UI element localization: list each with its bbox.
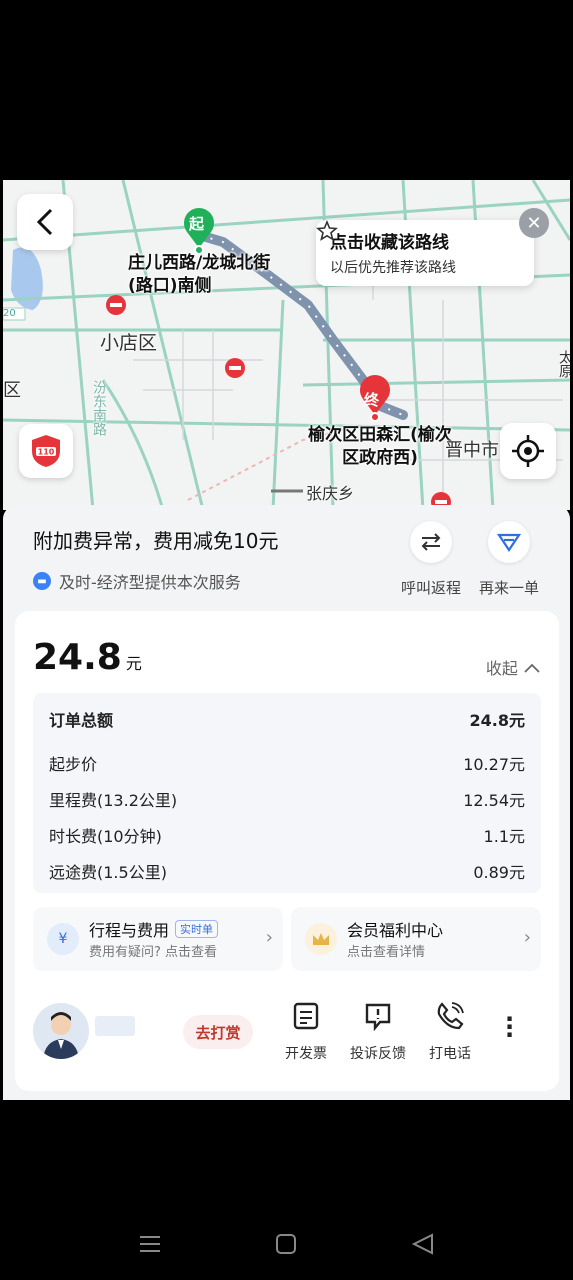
driver-portrait-icon	[43, 1012, 79, 1059]
collapse-label: 收起	[485, 659, 518, 678]
service-provider: ▬ 及时-经济型提供本次服务	[33, 569, 241, 593]
district-xiaodian: 小店区	[100, 332, 158, 354]
fee-name: 里程费(13.2公里)	[49, 791, 178, 810]
locate-button[interactable]	[500, 423, 556, 479]
locate-icon	[512, 435, 544, 467]
end-marker-text: 终	[364, 391, 380, 409]
member-subtitle: 点击查看详情	[347, 945, 426, 960]
end-location-label[interactable]: 榆次区田森汇(榆次区政府西)	[305, 424, 455, 470]
start-location-label[interactable]: 庄儿西路/龙城北街(路口)南侧	[128, 252, 278, 298]
total-price: 24.8 元	[33, 637, 142, 678]
trip-and-fees-entry[interactable]: ¥ 行程与费用 实时单 费用有疑问? 点击查看 ›	[33, 907, 283, 971]
fee-value: 0.89元	[473, 863, 525, 882]
yuan-icon: ¥	[47, 923, 79, 955]
crown-icon	[305, 923, 337, 955]
order-again-button[interactable]: 再来一单	[473, 521, 545, 598]
service-text: 及时-经济型提供本次服务	[59, 573, 241, 592]
poi-pin-1	[106, 295, 126, 315]
home-icon[interactable]	[276, 1234, 296, 1254]
member-center-entry[interactable]: 会员福利中心 点击查看详情 ›	[291, 907, 541, 971]
favorite-title: 点击收藏该路线	[330, 233, 449, 253]
invoice-button[interactable]: 开发票	[271, 1001, 341, 1063]
chevron-right-icon: ›	[265, 927, 273, 948]
more-options-icon[interactable]: · · ·	[505, 1007, 514, 1047]
navigation-arrow-icon	[488, 521, 530, 563]
fee-card: 24.8 元 收起 订单总额 24.8元 起步价 10.27元 里程费(13.2公…	[15, 611, 559, 1091]
fee-name: 订单总额	[49, 711, 114, 730]
trip-subtitle: 费用有疑问? 点击查看	[89, 945, 218, 960]
price-value: 24.8	[33, 637, 122, 678]
driver-avatar[interactable]	[33, 1003, 89, 1059]
complaint-label: 投诉反馈	[350, 1046, 406, 1062]
close-icon[interactable]: ✕	[519, 208, 549, 238]
chevron-up-icon	[524, 663, 540, 673]
car-icon: ▬	[33, 572, 51, 590]
complaint-icon	[365, 1003, 391, 1032]
fee-row: 时长费(10分钟) 1.1元	[49, 823, 525, 847]
fee-value: 24.8元	[469, 711, 525, 730]
price-unit: 元	[125, 654, 142, 673]
order-detail-sheet: 附加费异常，费用减免10元 ▬ 及时-经济型提供本次服务 呼叫返程 再来一单 2…	[3, 505, 570, 1100]
favorite-subtitle: 以后优先推荐该路线	[330, 260, 456, 276]
fee-row: 起步价 10.27元	[49, 751, 525, 775]
back-triangle-icon[interactable]	[411, 1233, 433, 1255]
fee-row-total: 订单总额 24.8元	[49, 707, 525, 731]
call-return-button[interactable]: 呼叫返程	[395, 521, 467, 598]
call-label: 打电话	[429, 1046, 471, 1062]
order-again-label: 再来一单	[478, 579, 539, 597]
star-icon[interactable]	[316, 220, 338, 242]
fee-name: 起步价	[49, 755, 98, 774]
invoice-label: 开发票	[285, 1046, 327, 1062]
phone-icon	[437, 1002, 464, 1030]
fee-value: 10.27元	[463, 755, 525, 774]
fee-row: 远途费(1.5公里) 0.89元	[49, 859, 525, 883]
police-110-button[interactable]: 110	[19, 424, 73, 478]
tip-button[interactable]: 去打赏	[183, 1015, 253, 1049]
police-label: 110	[38, 448, 55, 457]
start-marker-text: 起	[189, 215, 205, 233]
fee-row: 里程费(13.2公里) 12.54元	[49, 787, 525, 811]
police-badge-icon: 110	[32, 435, 60, 467]
poi-pin-2	[225, 358, 245, 378]
road-fendong: 汾东南路	[91, 380, 107, 436]
fee-value: 1.1元	[483, 827, 525, 846]
road-tag-text: 20	[3, 308, 16, 319]
chevron-right-icon: ›	[523, 927, 531, 948]
chevron-left-icon	[36, 208, 53, 236]
trip-title-row: 行程与费用 实时单	[89, 917, 219, 941]
invoice-icon	[293, 1002, 319, 1030]
driver-name-masked	[95, 1016, 135, 1036]
member-title: 会员福利中心	[347, 921, 444, 940]
menu-icon[interactable]	[140, 1236, 160, 1252]
complaint-button[interactable]: 投诉反馈	[343, 1001, 413, 1063]
call-return-label: 呼叫返程	[400, 579, 461, 597]
favorite-route-tip[interactable]: 点击收藏该路线 以后优先推荐该路线	[316, 220, 534, 286]
realtime-badge: 实时单	[175, 920, 219, 938]
system-navigation-bar	[140, 1233, 433, 1255]
fee-name: 远途费(1.5公里)	[49, 863, 167, 882]
back-button[interactable]	[17, 194, 73, 250]
fee-value: 12.54元	[463, 791, 525, 810]
collapse-button[interactable]: 收起	[486, 655, 541, 679]
fee-name: 时长费(10分钟)	[49, 827, 162, 846]
fee-breakdown: 订单总额 24.8元 起步价 10.27元 里程费(13.2公里) 12.54元…	[33, 693, 541, 893]
fee-notice: 附加费异常，费用减免10元	[33, 529, 279, 553]
trip-title: 行程与费用	[89, 921, 170, 940]
route-map[interactable]: 起 终 庄儿西路/龙城北街(路口)南侧 榆次区田森汇(榆次区政府西) 小店区 晋…	[3, 180, 570, 510]
district-jinzhong: 晋中市	[445, 440, 499, 461]
swap-arrows-icon	[410, 521, 452, 563]
edge-label-left: 区	[3, 380, 21, 401]
call-button[interactable]: 打电话	[415, 1001, 485, 1063]
edge-label-right: 太原	[557, 350, 570, 378]
town-zhangqing: 张庆乡	[306, 484, 355, 503]
screen: 起 终 庄儿西路/龙城北街(路口)南侧 榆次区田森汇(榆次区政府西) 小店区 晋…	[0, 0, 573, 1280]
